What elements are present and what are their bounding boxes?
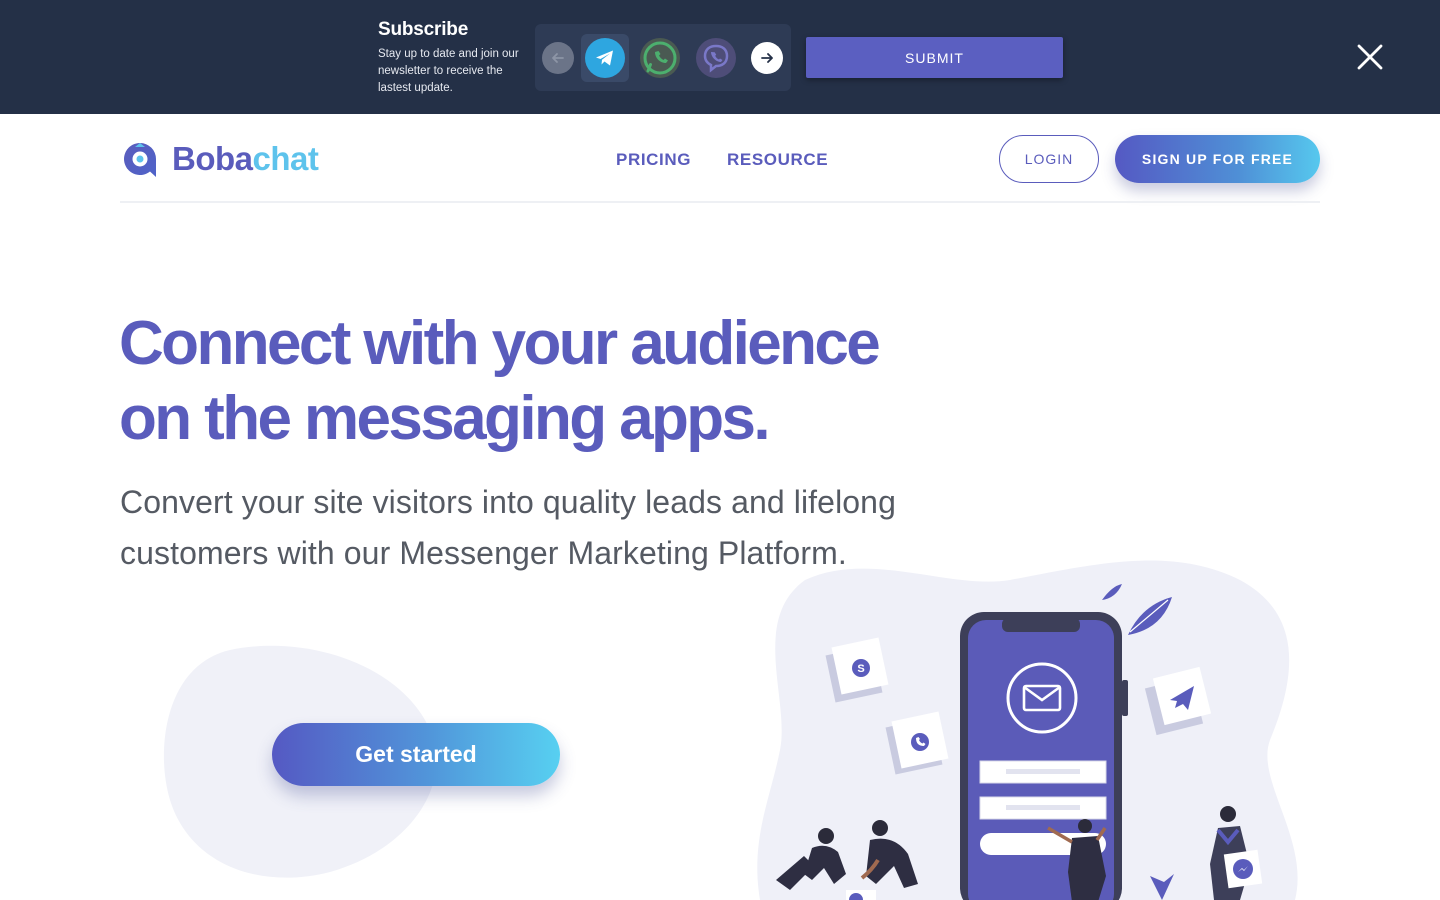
close-icon: [1357, 44, 1383, 70]
get-started-button[interactable]: Get started: [272, 723, 560, 786]
whatsapp-app-button[interactable]: [640, 38, 680, 78]
hero-headline-line-2: on the messaging apps.: [119, 384, 771, 453]
previous-app-button[interactable]: [542, 42, 574, 74]
login-button[interactable]: LOGIN: [999, 135, 1099, 183]
telegram-icon: [596, 50, 613, 66]
viber-app-button[interactable]: [696, 38, 736, 78]
telegram-app-button[interactable]: [585, 38, 625, 78]
arrow-left-icon: [552, 53, 564, 63]
bobachat-logo[interactable]: Bobachat: [119, 139, 319, 179]
subscribe-text: Subscribe Stay up to date and join our n…: [378, 18, 528, 97]
hero-headline-line-1: Connect with your audience: [119, 309, 881, 378]
close-banner-button[interactable]: [1353, 40, 1387, 74]
logo-text-chat: chat: [252, 140, 319, 177]
submit-button[interactable]: SUBMIT: [806, 37, 1063, 78]
arrow-right-icon: [761, 53, 773, 63]
viber-icon: [703, 44, 729, 73]
phone-mockup: [960, 612, 1128, 900]
subscribe-title: Subscribe: [378, 19, 469, 40]
logo-text-boba: Boba: [172, 140, 253, 177]
hero-illustration: S: [757, 560, 1298, 900]
hero-headline: Connect with your audience on the messag…: [119, 306, 1019, 456]
logo-wordmark: Bobachat: [172, 140, 319, 178]
nav-divider: [120, 201, 1320, 203]
nav-link-pricing[interactable]: PRICING: [616, 150, 691, 170]
subscribe-banner: Subscribe Stay up to date and join our n…: [0, 0, 1440, 114]
svg-text:S: S: [857, 663, 864, 675]
skype-card-icon: S: [825, 637, 889, 703]
messenger-app-selector: [535, 24, 791, 91]
next-app-button[interactable]: [751, 42, 783, 74]
selected-app-highlight: [581, 34, 629, 82]
signup-button[interactable]: SIGN UP FOR FREE: [1115, 135, 1320, 183]
subscribe-description: Stay up to date and join our newsletter …: [378, 48, 519, 94]
logo-mark-icon: [124, 143, 156, 177]
phone-card-icon: [885, 711, 949, 775]
nav-link-resource[interactable]: RESOURCE: [727, 150, 828, 170]
whatsapp-icon: [643, 41, 677, 75]
